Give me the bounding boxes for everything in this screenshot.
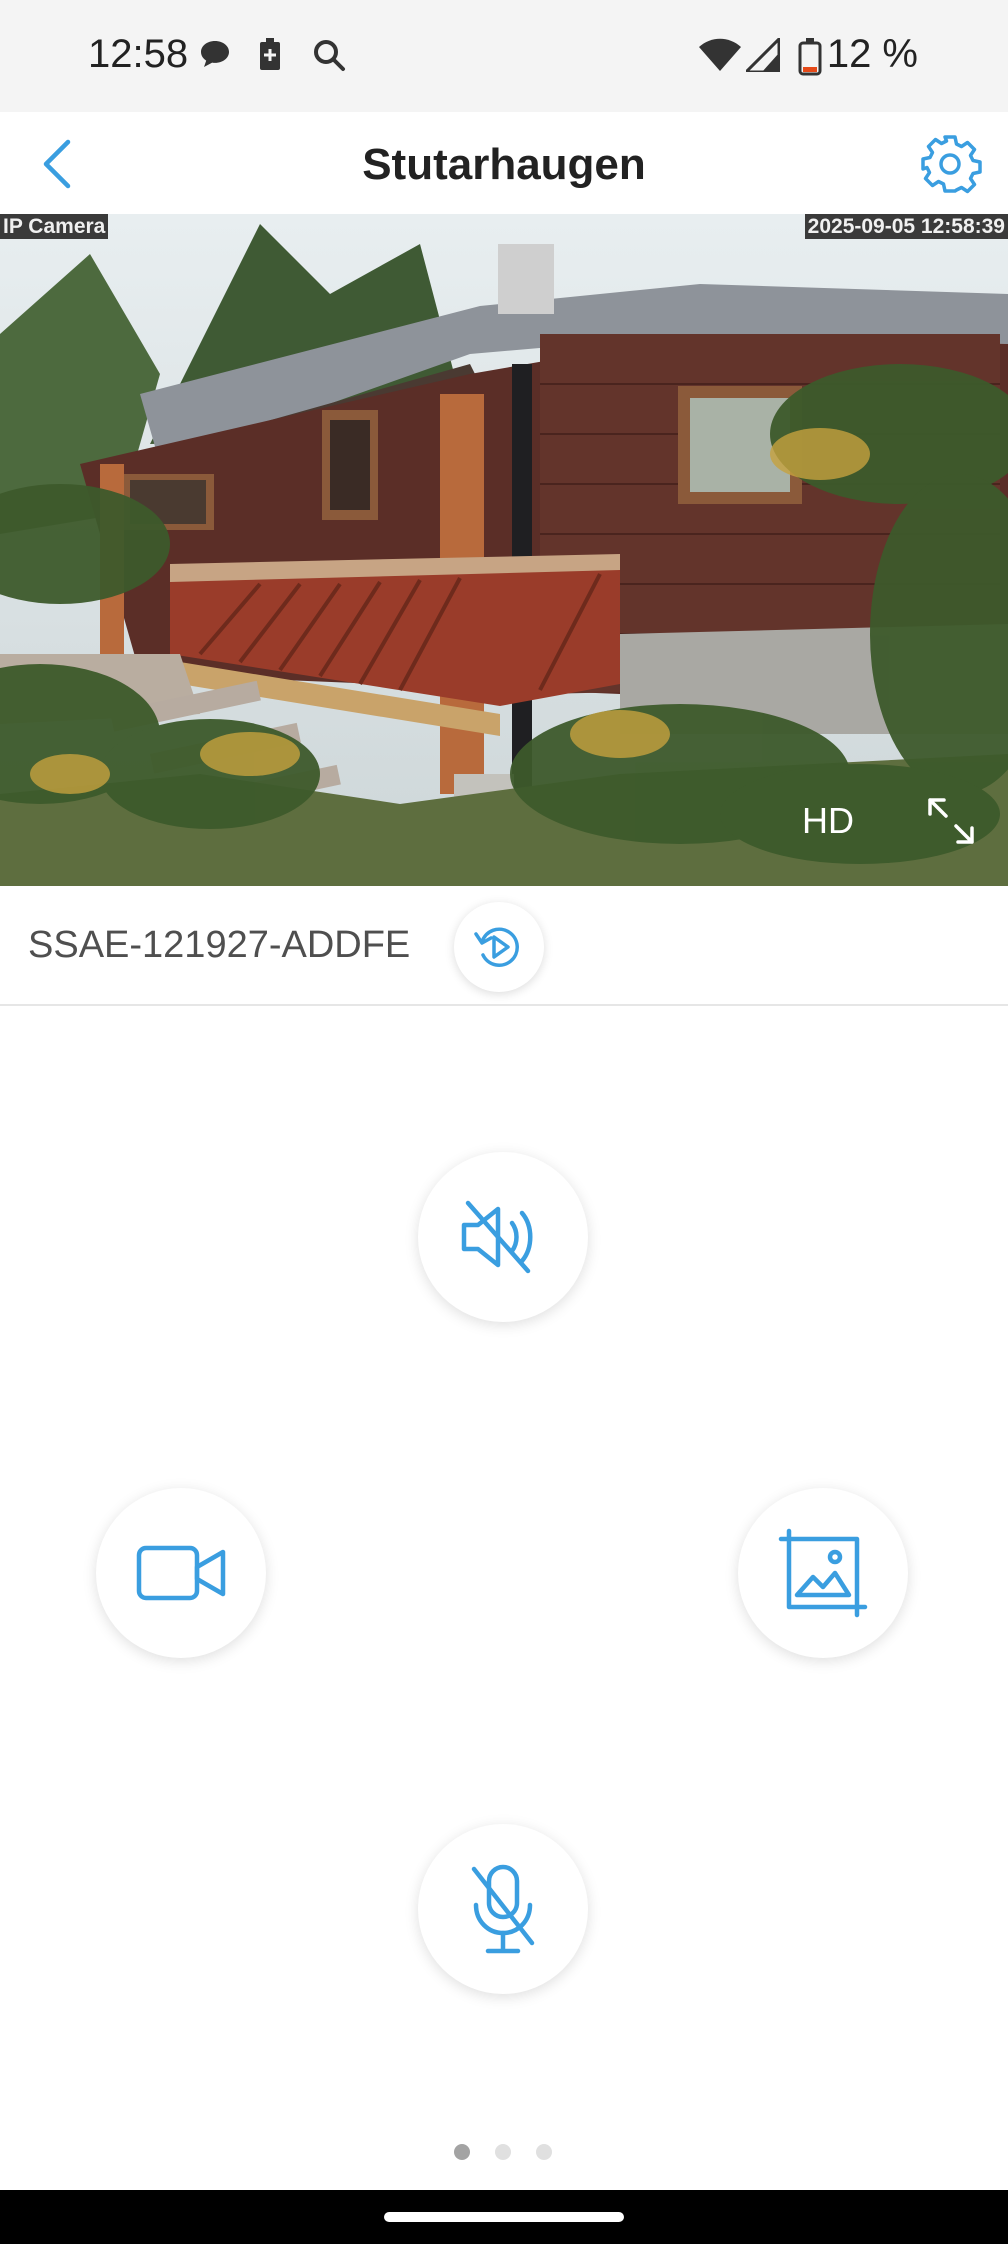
camera-label: IP Camera [0,214,109,239]
video-view[interactable]: IP Camera 2025-09-05 12:58:39 HD [0,214,1008,886]
status-bar: 12:58 12 % [0,0,1008,112]
record-video-button[interactable] [96,1488,266,1658]
playback-button[interactable] [454,902,544,992]
page-dot-3[interactable] [536,2144,552,2160]
page-dot-1[interactable] [454,2144,470,2160]
microphone-muted-icon [471,1864,535,1954]
hd-quality-button[interactable]: HD [802,800,854,842]
home-indicator[interactable] [384,2212,624,2222]
replay-play-icon [474,927,519,967]
page-title: Stutarhaugen [362,140,646,189]
image-crop-icon [778,1528,868,1618]
app-header: Stutarhaugen [0,112,1008,214]
expand-icon [928,798,974,844]
search-icon [314,40,345,71]
navigation-bar [0,2190,1008,2244]
battery-percent: 12 % [826,32,918,76]
device-info-row: SSAE-121927-ADDFE [0,886,1008,1006]
battery-low-icon [798,38,822,76]
settings-button[interactable] [918,132,982,196]
camera-feed-image [0,214,1008,886]
device-id: SSAE-121927-ADDFE [28,924,411,966]
status-time: 12:58 [88,32,189,76]
page-indicator [450,2144,560,2160]
gear-icon [921,135,982,194]
battery-saver-icon [260,38,280,70]
camera-timestamp: 2025-09-05 12:58:39 [804,214,1008,239]
speaker-muted-icon [461,1200,533,1274]
video-camera-icon [136,1545,226,1601]
page-dot-2[interactable] [495,2144,511,2160]
fullscreen-button[interactable] [924,794,978,848]
cell-signal-icon [746,38,780,72]
snapshot-button[interactable] [738,1488,908,1658]
speaker-toggle-button[interactable] [418,1152,588,1322]
chat-bubble-icon [201,41,229,67]
wifi-icon [699,38,741,71]
microphone-toggle-button[interactable] [418,1824,588,1994]
